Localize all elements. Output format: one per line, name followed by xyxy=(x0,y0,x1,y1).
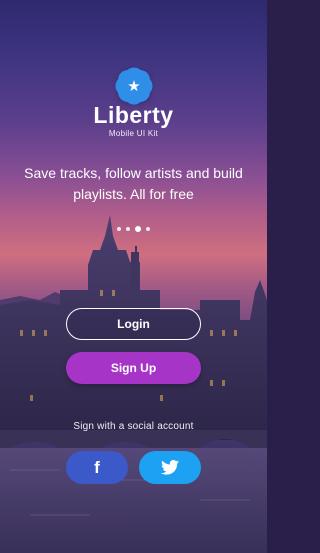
tagline: Save tracks, follow artists and build pl… xyxy=(24,165,243,202)
star-icon: ★ xyxy=(127,77,141,95)
page-dot[interactable] xyxy=(117,227,121,231)
facebook-button[interactable]: f xyxy=(66,451,128,484)
page-dot-active[interactable] xyxy=(135,226,141,232)
page-indicator[interactable] xyxy=(0,226,267,232)
page-dot[interactable] xyxy=(126,227,130,231)
signup-button[interactable]: Sign Up xyxy=(66,352,201,384)
page-dot[interactable] xyxy=(146,227,150,231)
twitter-icon xyxy=(161,460,179,475)
content-overlay: ★ Liberty Mobile UI Kit Save tracks, fol… xyxy=(0,0,267,553)
app-subtitle: Mobile UI Kit xyxy=(108,129,159,138)
facebook-icon: f xyxy=(94,457,100,477)
login-button[interactable]: Login xyxy=(66,308,201,340)
logo: ★ xyxy=(118,70,150,102)
welcome-screen: ★ Liberty Mobile UI Kit Save tracks, fol… xyxy=(0,0,267,553)
app-title: Liberty xyxy=(93,102,174,128)
twitter-button[interactable] xyxy=(139,451,201,484)
social-label: Sign with a social account xyxy=(73,421,194,432)
